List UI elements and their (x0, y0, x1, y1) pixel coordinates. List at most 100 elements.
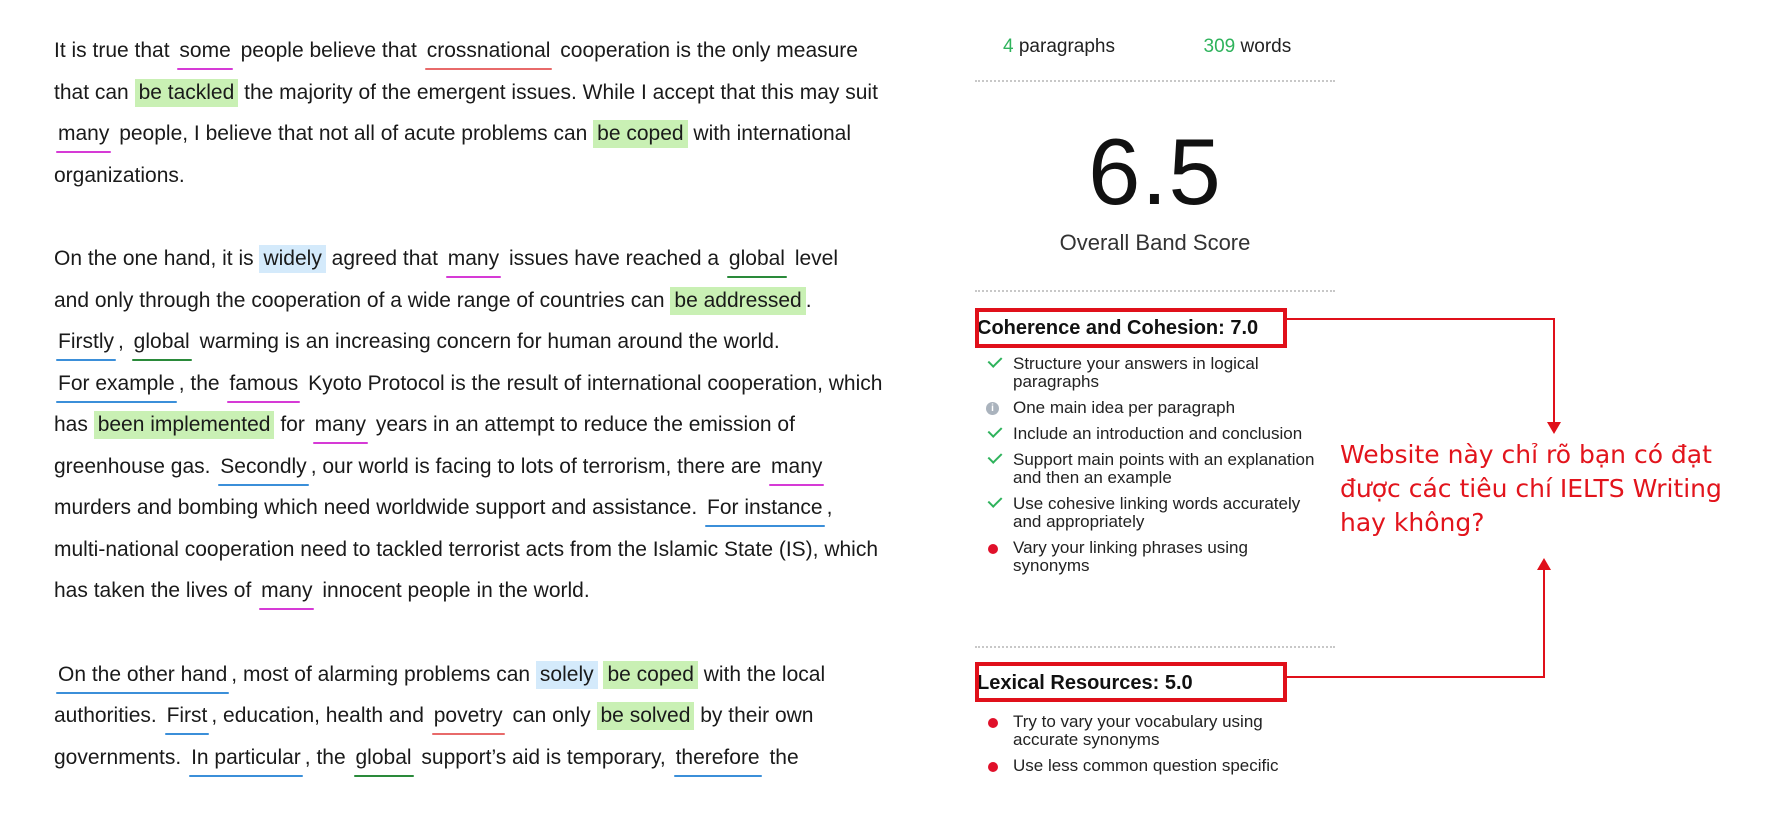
annotated-word[interactable]: On the other hand (54, 661, 231, 694)
essay-text-segment: years in an attempt to reduce the emissi… (370, 413, 795, 436)
divider (975, 646, 1335, 648)
essay-text-segment: with international (687, 122, 852, 145)
red-dot-icon (985, 715, 1001, 731)
criteria-item: Structure your answers in logical paragr… (985, 355, 1325, 391)
annotated-word[interactable]: First (163, 702, 212, 735)
essay-text-segment: people, I believe that not all of acute … (113, 122, 594, 145)
annotated-word[interactable]: many (311, 411, 370, 444)
annotated-word[interactable]: be tackled (134, 78, 239, 107)
essay-text-segment: , education, health and (211, 704, 430, 727)
essay-text: It is true that some people believe that… (54, 30, 914, 820)
annotated-word[interactable]: For example (54, 370, 179, 403)
essay-line: On the one hand, it is widely agreed tha… (54, 238, 914, 280)
check-icon (987, 423, 1003, 439)
essay-text-segment: people believe that (234, 39, 423, 62)
essay-text-segment: , (118, 330, 130, 353)
essay-text-segment: the (763, 745, 799, 769)
annotated-word[interactable]: famous (225, 370, 302, 403)
annotated-word[interactable]: Firstly (54, 328, 118, 361)
lexical-highlight-box (975, 662, 1287, 702)
essay-stats: 4 paragraphs 309 words (1003, 36, 1291, 58)
essay-text-segment: issues have reached a (503, 247, 725, 270)
essay-text-segment: level (788, 247, 839, 270)
criteria-item: Try to vary your vocabulary using accura… (985, 713, 1325, 749)
essay-text-segment: authorities. (54, 704, 163, 727)
essay-paragraph: On the one hand, it is widely agreed tha… (54, 238, 914, 612)
annotation-note: Website này chỉ rõ bạn có đạt được các t… (1340, 438, 1760, 540)
essay-text-segment: organizations. (54, 163, 185, 187)
essay-line: authorities. First, education, health an… (54, 695, 914, 737)
annotated-word[interactable]: many (257, 577, 316, 610)
essay-text-segment: has (54, 413, 94, 436)
lexical-criteria-list: Try to vary your vocabulary using accura… (985, 713, 1325, 783)
criteria-text: Try to vary your vocabulary using accura… (1013, 712, 1263, 749)
essay-text-segment: by their own (694, 704, 814, 727)
annotated-word[interactable]: be addressed (670, 286, 806, 315)
essay-line: has been implemented for many years in a… (54, 404, 914, 446)
paragraph-count-label: paragraphs (1018, 36, 1115, 57)
essay-line: many people, I believe that not all of a… (54, 113, 914, 155)
annotated-word[interactable]: For instance (703, 494, 827, 527)
divider (975, 290, 1335, 292)
check-icon (987, 493, 1003, 509)
annotated-word[interactable]: Secondly (216, 453, 310, 486)
annotated-word[interactable]: crossnational (423, 37, 555, 70)
annotated-word[interactable]: been implemented (93, 411, 275, 439)
criteria-item: Support main points with an explanation … (985, 451, 1325, 487)
arrow-up-icon (1537, 558, 1551, 570)
criteria-text: One main idea per paragraph (1013, 398, 1236, 417)
essay-text-segment: . (805, 288, 812, 312)
annotated-word[interactable]: global (352, 744, 416, 777)
annotated-word[interactable]: many (767, 453, 826, 486)
essay-text-segment: multi-national cooperation need to tackl… (54, 537, 879, 561)
essay-text-segment: murders and bombing which need worldwide… (54, 496, 704, 519)
annotated-word[interactable]: be coped (593, 120, 688, 148)
annotated-word[interactable]: therefore (672, 744, 764, 777)
criteria-text: Use cohesive linking words accurately an… (1013, 494, 1301, 531)
overall-band-score: 6.5 (1088, 119, 1222, 224)
lexical-connector-line (1287, 676, 1545, 678)
essay-text-segment: innocent people in the world. (316, 579, 590, 602)
annotated-word[interactable]: be coped (603, 660, 698, 689)
annotation-note-line: được các tiêu chí IELTS Writing (1340, 474, 1722, 503)
annotation-note-line: hay không? (1340, 508, 1485, 537)
criteria-text: Vary your linking phrases using synonyms (1013, 538, 1248, 575)
essay-text-segment: support’s aid is temporary, (415, 745, 672, 769)
essay-text-segment: warming is an increasing concern for hum… (193, 330, 780, 353)
essay-text-segment: , our world is facing to lots of terrori… (310, 454, 768, 478)
annotated-word[interactable]: be solved (596, 702, 695, 730)
criteria-item: One main idea per paragraph (985, 399, 1325, 417)
criteria-item: Use less common question specific (985, 757, 1325, 775)
essay-text-segment: with the local (697, 662, 826, 686)
annotated-word[interactable]: solely (535, 660, 598, 689)
coherence-connector-line (1287, 318, 1555, 320)
annotated-word[interactable]: widely (259, 245, 326, 273)
divider (975, 80, 1335, 82)
criteria-item: Use cohesive linking words accurately an… (985, 495, 1325, 531)
essay-line: has taken the lives of many innocent peo… (54, 570, 914, 612)
annotated-word[interactable]: global (130, 328, 194, 361)
overall-band-score-label: Overall Band Score (1059, 230, 1251, 255)
essay-text-segment: and only through the cooperation of a wi… (54, 288, 671, 312)
annotated-word[interactable]: povetry (430, 702, 507, 735)
essay-text-segment: , the (178, 371, 226, 395)
essay-text-segment: for (274, 413, 311, 436)
word-count: 309 (1203, 36, 1236, 57)
annotated-word[interactable]: In particular (187, 744, 305, 777)
essay-line: that can be tackled the majority of the … (54, 72, 914, 114)
annotated-word[interactable]: global (725, 245, 789, 278)
essay-line: On the other hand, most of alarming prob… (54, 654, 914, 696)
essay-line: It is true that some people believe that… (54, 30, 914, 72)
essay-line: organizations. (54, 155, 914, 197)
lexical-connector-line-vertical (1543, 569, 1545, 678)
essay-text-segment: greenhouse gas. (54, 454, 217, 478)
annotated-word[interactable]: some (175, 37, 234, 70)
annotated-word[interactable]: many (54, 120, 113, 153)
essay-line: Firstly, global warming is an increasing… (54, 321, 914, 363)
essay-paragraph: It is true that some people believe that… (54, 30, 914, 196)
annotated-word[interactable]: many (444, 245, 503, 278)
info-icon (985, 401, 1001, 417)
annotation-note-line: Website này chỉ rõ bạn có đạt (1340, 440, 1712, 469)
criteria-item: Include an introduction and conclusion (985, 425, 1325, 443)
essay-text-segment: agreed that (325, 247, 444, 270)
